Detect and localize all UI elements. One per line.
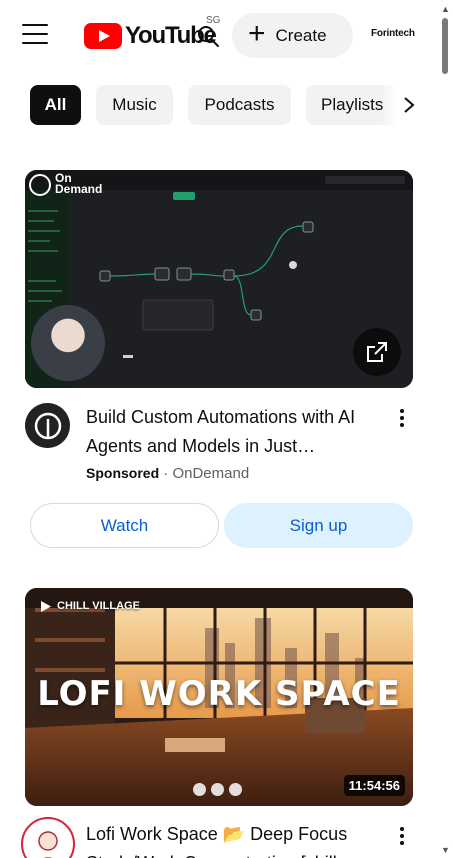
video-thumbnail[interactable]: CHILL VILLAGE LOFI WORK SPACE 11:54:56 [25, 588, 413, 806]
plus-icon: + [248, 17, 266, 50]
chevron-right-icon[interactable] [381, 84, 437, 126]
channel-avatar-illustration [38, 831, 58, 858]
ad-meta: Sponsored · OnDemand [86, 465, 249, 482]
search-icon[interactable] [196, 24, 220, 48]
chip-music[interactable]: Music [96, 85, 173, 125]
create-button-label: Create [275, 25, 327, 45]
meta-separator: · [163, 465, 169, 482]
chip-all[interactable]: All [30, 85, 81, 125]
platform-icons [193, 783, 242, 796]
scroll-thumb[interactable] [442, 18, 448, 74]
chip-podcasts[interactable]: Podcasts [188, 85, 291, 125]
account-avatar[interactable]: Forintech [371, 28, 415, 39]
channel-tag: CHILL VILLAGE [41, 600, 140, 612]
ondemand-logo-icon [29, 174, 51, 196]
scroll-down-icon[interactable]: ▼ [441, 845, 450, 855]
sponsored-label: Sponsored [86, 465, 160, 481]
filter-chips-bar: All Music Podcasts Playlists [0, 84, 437, 126]
video-title-line-2: Study/Work Concentration [chill [86, 849, 386, 858]
ad-title[interactable]: Build Custom Automations with AI Agents … [86, 403, 386, 461]
create-button[interactable]: + Create [232, 13, 353, 58]
video-title[interactable]: Lofi Work Space 📂 Deep Focus Study/Work … [86, 820, 386, 858]
thumbnail-brand-text: On Demand [55, 171, 103, 196]
ad-more-options-icon[interactable] [392, 404, 412, 432]
external-link-icon[interactable] [353, 328, 401, 376]
channel-avatar[interactable] [21, 817, 75, 858]
sign-up-button[interactable]: Sign up [224, 503, 413, 548]
ad-thumbnail[interactable]: On Demand [25, 170, 413, 388]
scroll-up-icon[interactable]: ▲ [441, 4, 450, 14]
advertiser-avatar[interactable] [25, 403, 70, 448]
youtube-play-icon [84, 23, 122, 49]
advertiser-name[interactable]: OnDemand [172, 465, 249, 482]
video-duration: 11:54:56 [343, 775, 405, 796]
ondemand-logo-icon [34, 412, 61, 439]
hamburger-menu-icon[interactable] [22, 24, 48, 46]
presenter-webcam [31, 305, 105, 381]
top-app-bar: YouTube SG + Create Forintech [0, 0, 437, 72]
video-title-line-1: Lofi Work Space 📂 Deep Focus [86, 824, 348, 844]
page-scrollbar[interactable]: ▲ ▼ [437, 0, 453, 858]
thumbnail-overlay-title: LOFI WORK SPACE [37, 674, 401, 714]
play-icon [41, 600, 51, 612]
video-more-options-icon[interactable] [392, 822, 412, 850]
watch-button[interactable]: Watch [30, 503, 219, 548]
